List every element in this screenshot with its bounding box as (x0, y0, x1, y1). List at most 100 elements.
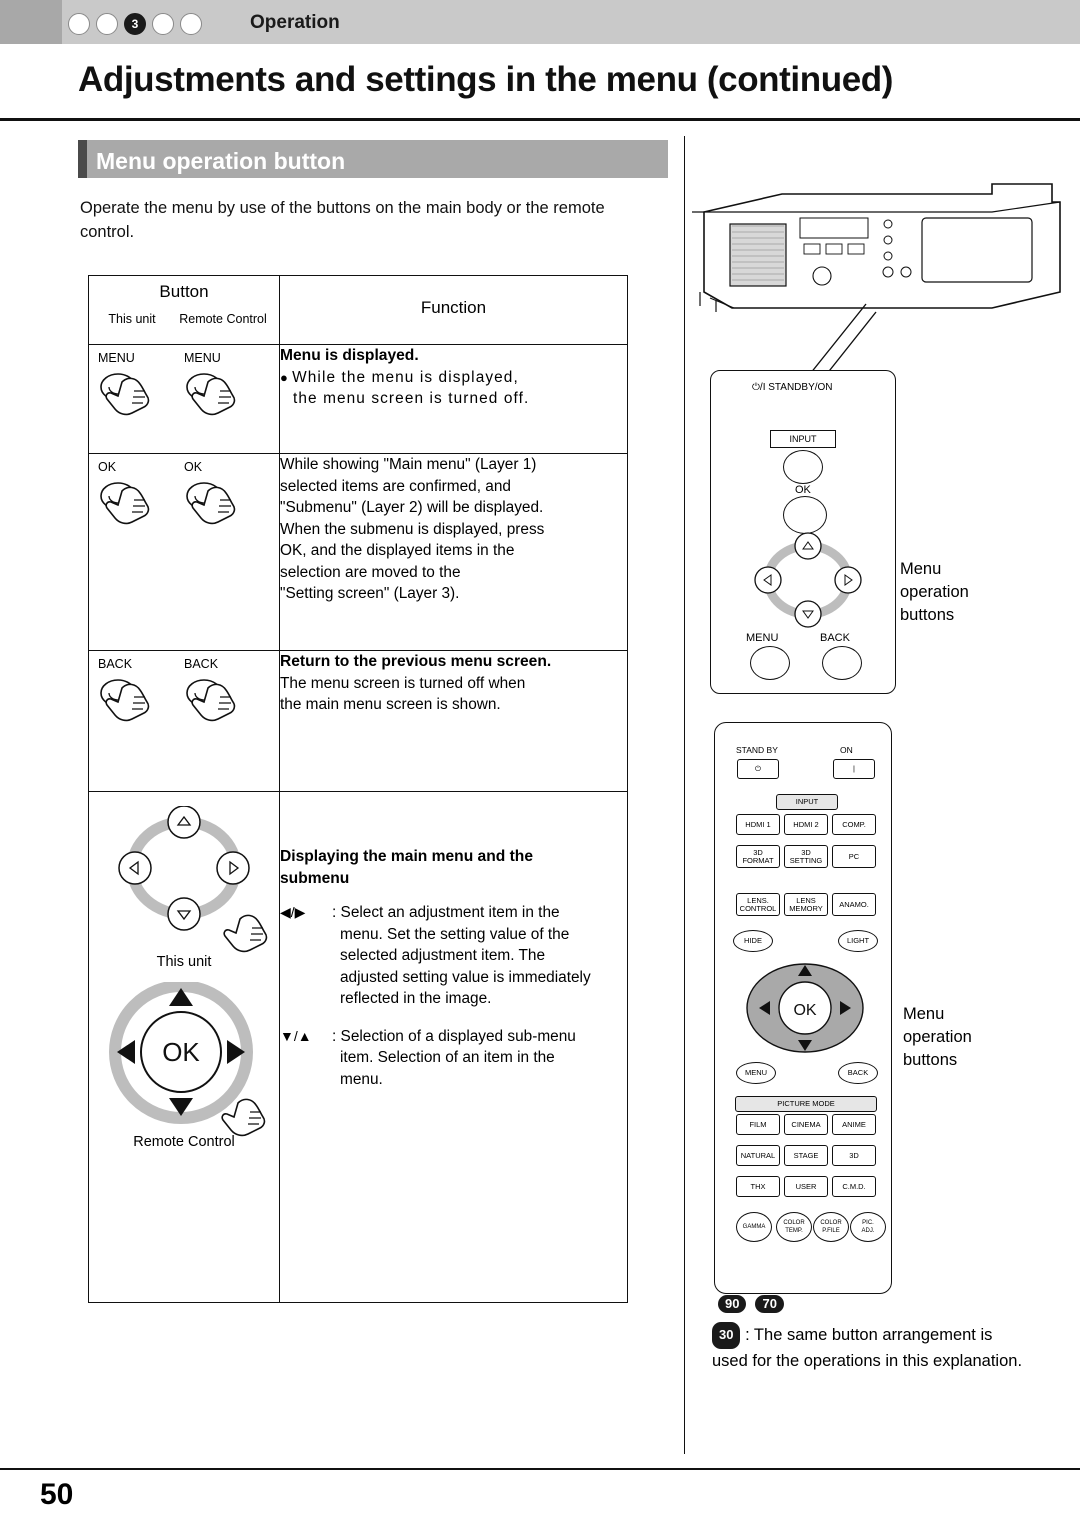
note-badge: 30 (712, 1322, 741, 1349)
chapter-dot-current: 3 (124, 13, 146, 35)
remote-hdmi1-button[interactable]: HDMI 1 (736, 814, 780, 835)
remote-light-button[interactable]: LIGHT (838, 930, 878, 952)
remote-color-temp-button[interactable]: COLOR TEMP. (776, 1212, 812, 1242)
row4-item2-line: menu. (340, 1070, 383, 1088)
remote-hide-button[interactable]: HIDE (733, 930, 773, 952)
chapter-dot-2 (96, 13, 118, 35)
remote-pic-adj-button[interactable]: PIC. ADJ. (850, 1212, 886, 1242)
remote-picture-mode-label: PICTURE MODE (735, 1096, 877, 1112)
remote-back-button[interactable]: BACK (838, 1062, 878, 1084)
table-header-row: Button This unit Remote Control Function (88, 275, 628, 345)
remote-pic-adj-line2: ADJ. (861, 1228, 875, 1234)
row2-line: While showing "Main menu" (Layer 1) (280, 456, 537, 473)
row2-line: "Setting screen" (Layer 3). (280, 585, 460, 602)
header-cell-function: Function (279, 275, 628, 345)
row2-label-remote: OK (184, 460, 203, 474)
remote-3d-format-line2: FORMAT (742, 855, 774, 865)
table-row: OK OK While showing "Main menu" (Layer 1… (88, 453, 628, 651)
remote-gamma-button[interactable]: GAMMA (736, 1212, 772, 1242)
caption-remote-control: Remote Control (133, 1134, 235, 1150)
table-row: BACK BACK Return to the previous menu sc… (88, 650, 628, 792)
remote-stage-button[interactable]: STAGE (784, 1145, 828, 1166)
header-this-unit: This unit (108, 312, 156, 326)
callout-remote-line1: Menu (903, 1005, 945, 1023)
remote-lens-memory-button[interactable]: LENS MEMORY (784, 893, 828, 916)
row4-item1-keys: ◀/▶ (280, 904, 306, 920)
remote-color-profile-line1: COLOR (820, 1220, 842, 1226)
remote-anamo-button[interactable]: ANAMO. (832, 893, 876, 916)
panel-menu-label: MENU (746, 632, 779, 644)
remote-3d-setting-line2: SETTING (789, 855, 823, 865)
remote-pc-button[interactable]: PC (832, 845, 876, 868)
callout-unit-line3: buttons (900, 606, 955, 624)
callout-remote-line2: operation (903, 1028, 972, 1046)
remote-menu-button[interactable]: MENU (736, 1062, 776, 1084)
callout-unit-line1: Menu (900, 560, 942, 578)
row3-line: The menu screen is turned off when (280, 674, 526, 692)
header-cell-button: Button This unit Remote Control (88, 275, 280, 345)
remote-standby-button[interactable]: ⏻ (737, 759, 779, 779)
row4-function-title-1: Displaying the main menu and the (280, 848, 534, 865)
row1-label-unit: MENU (98, 351, 135, 365)
remote-standby-label: STAND BY (736, 745, 778, 755)
press-button-hand-icon (100, 679, 150, 722)
remote-color-temp-line2: TEMP. (785, 1228, 803, 1234)
row3-label-remote: BACK (184, 657, 219, 671)
remote-natural-button[interactable]: NATURAL (736, 1145, 780, 1166)
remote-3d-setting-button[interactable]: 3D SETTING (784, 845, 828, 868)
row2-line: When the submenu is displayed, press (280, 520, 545, 538)
row1-function-title: Menu is displayed. (280, 347, 419, 364)
model-badge-70: 70 (755, 1295, 784, 1313)
panel-dpad[interactable] (746, 532, 870, 632)
row2-line: selected items are confirmed, and (280, 477, 511, 495)
model-badges: 90 70 (718, 1295, 784, 1313)
remote-comp-button[interactable]: COMP. (832, 814, 876, 835)
press-button-hand-icon (100, 482, 150, 525)
remote-film-button[interactable]: FILM (736, 1114, 780, 1135)
remote-color-profile-button[interactable]: COLOR P.FILE (813, 1212, 849, 1242)
row4-function-cell: Displaying the main menu and the submenu… (279, 791, 628, 1303)
panel-input-label: INPUT (770, 430, 836, 448)
row1-function-bullet2: the menu screen is turned off. (293, 390, 530, 407)
remote-user-button[interactable]: USER (784, 1176, 828, 1197)
remote-3d-format-button[interactable]: 3D FORMAT (736, 845, 780, 868)
title-rule (0, 118, 1080, 121)
panel-input-button[interactable] (783, 450, 823, 484)
intro-paragraph: Operate the menu by use of the buttons o… (80, 199, 605, 241)
remote-dpad[interactable]: OK (730, 958, 880, 1058)
row4-item1-line: menu. Set the setting value of the (340, 925, 570, 943)
press-button-hand-icon (186, 373, 236, 416)
note-text: : The same button arrangement is used fo… (712, 1326, 1023, 1370)
row1-label-remote: MENU (184, 351, 221, 365)
remote-lens-control-button[interactable]: LENS. CONTROL (736, 893, 780, 916)
row1-function-bullet: While the menu is displayed, (292, 368, 519, 386)
row3-function-title: Return to the previous menu screen. (280, 653, 552, 670)
row2-function-cell: While showing "Main menu" (Layer 1) sele… (279, 453, 628, 651)
row2-line: "Submenu" (Layer 2) will be displayed. (280, 499, 544, 516)
panel-back-button[interactable] (822, 646, 862, 680)
row4-item2-line: item. Selection of an item in the (340, 1049, 555, 1066)
panel-menu-button[interactable] (750, 646, 790, 680)
row4-item1-line: adjusted setting value is immediately (340, 968, 591, 986)
remote-thx-button[interactable]: THX (736, 1176, 780, 1197)
row4-item2-keys: ▼/▲ (280, 1027, 312, 1044)
press-button-hand-icon (186, 482, 236, 525)
remote-lens-memory-line2: MEMORY (789, 903, 823, 913)
chapter-header-bar: 3 Operation (0, 0, 1080, 44)
remote-cmd-button[interactable]: C.M.D. (832, 1176, 876, 1197)
header-remote-control: Remote Control (179, 312, 267, 326)
panel-ok-button[interactable] (783, 496, 827, 534)
remote-anime-button[interactable]: ANIME (832, 1114, 876, 1135)
remote-on-button[interactable]: | (833, 759, 875, 779)
row4-item1-line: selected adjustment item. The (340, 947, 546, 964)
callout-remote: Menu operation buttons (903, 1003, 972, 1072)
remote-cinema-button[interactable]: CINEMA (784, 1114, 828, 1135)
remote-hdmi2-button[interactable]: HDMI 2 (784, 814, 828, 835)
section-heading-label: Menu operation button (96, 148, 346, 174)
row2-line: OK, and the displayed items in the (280, 542, 515, 559)
chapter-label: Operation (250, 12, 340, 33)
row3-label-unit: BACK (98, 657, 133, 671)
chapter-dot-1 (68, 13, 90, 35)
section-heading: Menu operation button (78, 140, 668, 178)
remote-3d-button[interactable]: 3D (832, 1145, 876, 1166)
